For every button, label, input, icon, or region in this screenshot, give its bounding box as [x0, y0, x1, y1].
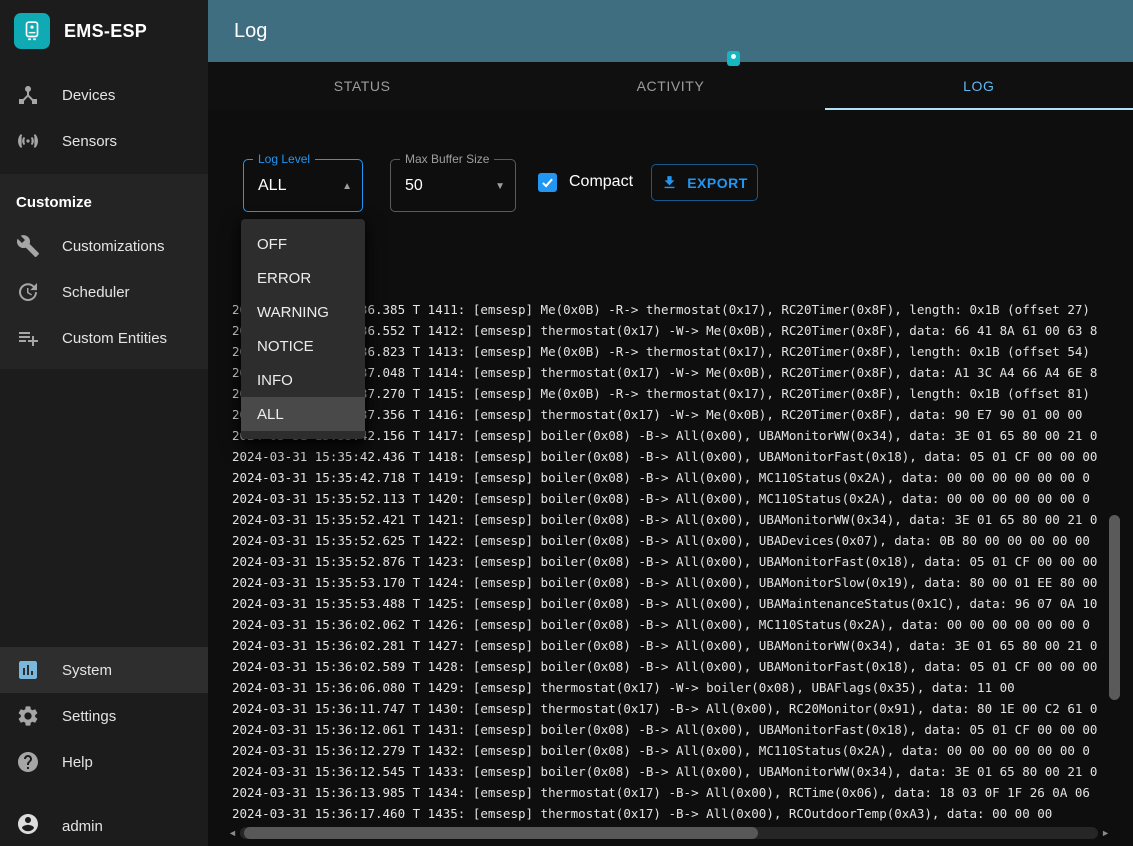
download-icon [661, 174, 678, 191]
compact-checkbox[interactable] [538, 173, 557, 192]
sidebar-customize-group: Customize Customizations Scheduler Custo… [0, 174, 208, 369]
horizontal-scrollbar[interactable]: ◄ ► [228, 825, 1110, 841]
log-line: 2024-03-31 15:36:11.747 T 1430: [emsesp]… [232, 698, 1105, 719]
clock-update-icon [16, 280, 40, 304]
log-line: 2024-03-31 15:36:02.281 T 1427: [emsesp]… [232, 635, 1105, 656]
menu-option-off[interactable]: OFF [241, 227, 365, 261]
sidebar-item-customizations[interactable]: Customizations [0, 223, 208, 269]
checkmark-icon [540, 175, 555, 190]
sidebar-item-label: Custom Entities [62, 330, 167, 347]
sidebar-item-label: Devices [62, 87, 115, 104]
menu-option-info[interactable]: INFO [241, 363, 365, 397]
log-line: 2024-03-31 15:35:53.488 T 1425: [emsesp]… [232, 593, 1105, 614]
sidebar-item-system[interactable]: System [0, 647, 208, 693]
scroll-left-icon[interactable]: ◄ [228, 828, 237, 838]
log-line: 2024-03-31 15:35:52.625 T 1422: [emsesp]… [232, 530, 1105, 551]
username: admin [62, 818, 103, 835]
log-level-select[interactable]: Log Level ALL ▲ [243, 159, 363, 212]
help-icon [16, 750, 40, 774]
sidebar-item-label: Settings [62, 708, 116, 725]
device-hub-icon [16, 83, 40, 107]
sidebar-item-sensors[interactable]: Sensors [0, 118, 208, 164]
sidebar-item-label: Sensors [62, 133, 117, 150]
log-line: 2024-03-31 15:35:53.170 T 1424: [emsesp]… [232, 572, 1105, 593]
sidebar-item-label: Customizations [62, 238, 165, 255]
log-line: 2024-03-31 15:36:13.985 T 1434: [emsesp]… [232, 782, 1105, 803]
dropdown-expand-icon[interactable]: ▼ [495, 181, 505, 192]
page-title: Log [234, 20, 267, 43]
tab-log[interactable]: LOG [825, 62, 1133, 110]
playlist-add-icon [16, 326, 40, 350]
customize-section-title: Customize [0, 174, 208, 223]
log-line: 2024-03-31 15:36:12.545 T 1433: [emsesp]… [232, 761, 1105, 782]
sidebar-item-settings[interactable]: Settings [0, 693, 208, 739]
menu-option-notice[interactable]: NOTICE [241, 329, 365, 363]
wrench-icon [16, 234, 40, 258]
max-buffer-select[interactable]: Max Buffer Size 50 ▼ [390, 159, 516, 212]
log-level-menu: OFF ERROR WARNING NOTICE INFO ALL [241, 219, 365, 439]
header-mini-logo-icon [727, 51, 740, 66]
brand-name: EMS-ESP [64, 21, 147, 42]
export-button[interactable]: EXPORT [651, 164, 758, 201]
menu-option-all[interactable]: ALL [241, 397, 365, 431]
dropdown-collapse-icon[interactable]: ▲ [342, 181, 352, 192]
horizontal-scrollbar-thumb[interactable] [244, 827, 758, 839]
sidebar-item-custom-entities[interactable]: Custom Entities [0, 315, 208, 361]
log-line: 2024-03-31 15:36:12.061 T 1431: [emsesp]… [232, 719, 1105, 740]
scroll-right-icon[interactable]: ► [1101, 828, 1110, 838]
boiler-logo-icon [14, 13, 50, 49]
compact-label: Compact [569, 173, 633, 191]
analytics-icon [16, 658, 40, 682]
log-level-value: ALL [258, 177, 286, 195]
log-line: 2024-03-31 15:35:42.718 T 1419: [emsesp]… [232, 467, 1105, 488]
log-level-label: Log Level [253, 152, 315, 166]
sidebar-item-label: Scheduler [62, 284, 130, 301]
log-line: 2024-03-31 15:36:06.080 T 1429: [emsesp]… [232, 677, 1105, 698]
sidebar: EMS-ESP Devices Sensors [0, 0, 208, 846]
account-circle-icon [16, 812, 40, 841]
log-line: 2024-03-31 15:35:52.113 T 1420: [emsesp]… [232, 488, 1105, 509]
log-line: 2024-03-31 15:35:42.436 T 1418: [emsesp]… [232, 446, 1105, 467]
sidebar-item-devices[interactable]: Devices [0, 72, 208, 118]
sensors-icon [16, 129, 40, 153]
brand-row: EMS-ESP [0, 0, 208, 62]
app-root: EMS-ESP Devices Sensors [0, 0, 1133, 846]
gear-icon [16, 704, 40, 728]
sidebar-item-label: System [62, 662, 112, 679]
compact-toggle[interactable]: Compact [538, 162, 633, 202]
log-line: 2024-03-31 15:35:52.421 T 1421: [emsesp]… [232, 509, 1105, 530]
export-button-label: EXPORT [687, 175, 748, 191]
sidebar-user[interactable]: admin [0, 803, 208, 846]
max-buffer-label: Max Buffer Size [400, 152, 494, 166]
sidebar-nav-main: Devices Sensors [0, 72, 208, 164]
log-line: 2024-03-31 15:35:52.876 T 1423: [emsesp]… [232, 551, 1105, 572]
vertical-scrollbar-thumb[interactable] [1109, 515, 1120, 700]
menu-option-error[interactable]: ERROR [241, 261, 365, 295]
tab-bar: STATUS ACTIVITY LOG [208, 62, 1133, 110]
tab-activity[interactable]: ACTIVITY [516, 62, 824, 110]
log-line: 2024-03-31 15:36:02.062 T 1426: [emsesp]… [232, 614, 1105, 635]
max-buffer-value: 50 [405, 177, 423, 195]
sidebar-nav-bottom: System Settings Help [0, 647, 208, 785]
tab-status[interactable]: STATUS [208, 62, 516, 110]
menu-option-warning[interactable]: WARNING [241, 295, 365, 329]
app-bar: Log [208, 0, 1133, 62]
log-line: 2024-03-31 15:36:02.589 T 1428: [emsesp]… [232, 656, 1105, 677]
sidebar-item-scheduler[interactable]: Scheduler [0, 269, 208, 315]
log-line: 2024-03-31 15:36:12.279 T 1432: [emsesp]… [232, 740, 1105, 761]
log-line: 2024-03-31 15:36:17.460 T 1435: [emsesp]… [232, 803, 1105, 824]
sidebar-item-label: Help [62, 754, 93, 771]
sidebar-item-help[interactable]: Help [0, 739, 208, 785]
